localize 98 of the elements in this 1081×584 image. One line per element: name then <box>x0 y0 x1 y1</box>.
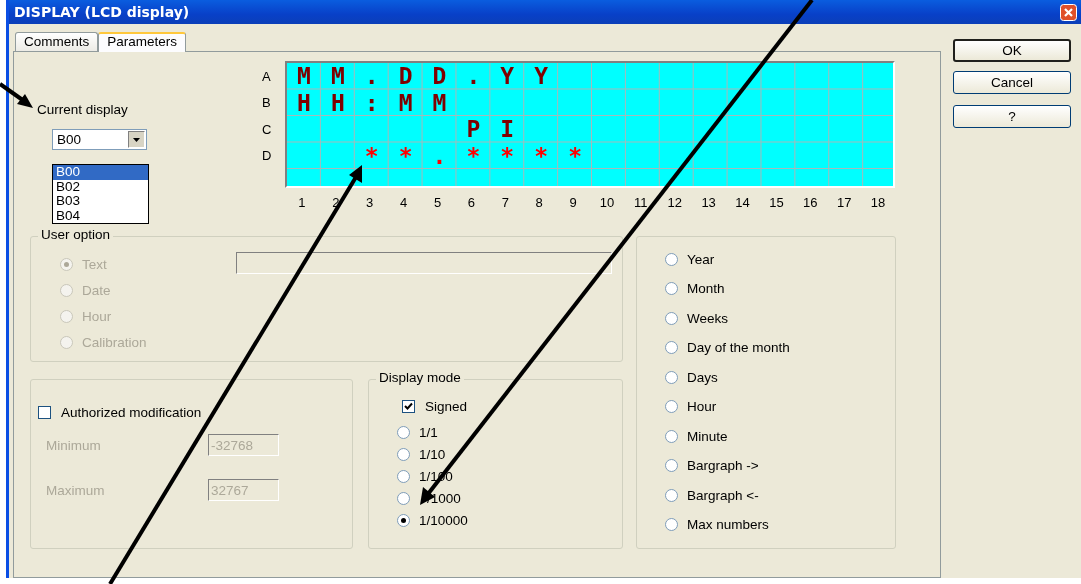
radio-button[interactable] <box>665 311 678 325</box>
column-number: 3 <box>365 194 375 212</box>
lcd-character: H <box>297 90 311 115</box>
lcd-character: * <box>398 143 413 168</box>
radio-label: Days <box>687 369 718 385</box>
radio-label: Date <box>82 282 111 298</box>
column-number: 10 <box>598 194 616 212</box>
lcd-character: . <box>364 64 379 89</box>
radio-label: 1/10 <box>419 446 446 462</box>
column-number: 5 <box>432 194 443 212</box>
group-title: Display mode <box>376 370 464 385</box>
column-number: 16 <box>802 194 819 212</box>
radio-label: Minute <box>687 428 728 444</box>
radio-button[interactable] <box>397 447 410 461</box>
list-item[interactable]: B02 <box>53 179 148 194</box>
radio-button[interactable] <box>665 488 678 502</box>
radio-button[interactable] <box>397 491 410 505</box>
column-number: 7 <box>500 194 510 212</box>
radio-label: Hour <box>82 308 112 324</box>
lcd-character: Y <box>534 64 549 89</box>
radio-label: Bargraph -> <box>687 458 759 473</box>
lcd-character: * <box>568 143 582 168</box>
lcd-character: D <box>398 64 413 89</box>
lcd-character: D <box>432 64 447 89</box>
row-label: B <box>262 94 272 113</box>
caret-icon[interactable] <box>128 131 145 148</box>
radio-button[interactable] <box>665 252 678 266</box>
dropdown-field[interactable]: B00 <box>52 129 147 150</box>
checkbox[interactable] <box>38 406 51 419</box>
field-label: Minimum <box>46 437 102 453</box>
tab[interactable]: Parameters <box>98 32 187 52</box>
lcd-character: * <box>500 143 515 168</box>
list-item[interactable]: B03 <box>53 194 148 209</box>
row-label: D <box>262 147 273 166</box>
lcd-character: M <box>330 64 345 89</box>
radio-label: Month <box>687 281 725 296</box>
row-label: A <box>262 67 272 86</box>
lcd-character: H <box>330 90 345 115</box>
dialog-button[interactable]: OK <box>953 39 1071 62</box>
column-number: 15 <box>768 194 785 212</box>
radio-label: Max numbers <box>687 517 769 532</box>
dialog-button[interactable]: ? <box>953 105 1071 128</box>
lcd-character: P <box>466 117 481 142</box>
close-icon[interactable] <box>1060 3 1077 21</box>
lcd-character: Y <box>500 64 515 89</box>
radio-label: Day of the month <box>687 340 790 355</box>
radio-button[interactable] <box>665 459 678 472</box>
column-number: 6 <box>466 194 476 212</box>
lcd-character: M <box>398 90 413 115</box>
radio-button[interactable] <box>665 282 678 295</box>
radio-label: Text <box>82 256 107 272</box>
tab[interactable]: Comments <box>15 32 99 51</box>
list-item[interactable]: B00 <box>53 165 148 180</box>
radio-button[interactable] <box>665 429 678 443</box>
radio-label: 1/1 <box>419 424 438 440</box>
radio-button[interactable] <box>665 400 678 413</box>
lcd-character: * <box>534 143 549 168</box>
lcd-character: . <box>432 143 447 168</box>
column-number: 14 <box>734 194 751 212</box>
column-number: 1 <box>297 194 307 212</box>
radio-button[interactable] <box>665 518 678 531</box>
checkbox-label: Authorized modification <box>61 405 202 420</box>
lcd-character: M <box>297 64 311 89</box>
checkbox-label: Signed <box>425 399 468 414</box>
column-number: 11 <box>633 194 649 212</box>
lcd-character: * <box>364 143 379 168</box>
checkbox[interactable] <box>402 400 415 413</box>
window-title: DISPLAY (LCD display) <box>14 4 190 20</box>
radio-button[interactable] <box>397 513 410 527</box>
field-label: Maximum <box>46 482 106 498</box>
list-item[interactable]: B04 <box>53 208 148 223</box>
radio-button[interactable] <box>397 425 410 439</box>
radio-button[interactable] <box>665 370 678 384</box>
column-number: 8 <box>534 194 544 212</box>
column-number: 4 <box>399 194 409 212</box>
group-title: User option <box>38 227 114 242</box>
arrow <box>0 82 33 108</box>
radio-label: Hour <box>687 399 717 414</box>
column-number: 12 <box>666 194 683 212</box>
lcd-character: M <box>432 90 447 115</box>
lcd-character: : <box>364 90 379 115</box>
radio-label: Calibration <box>82 334 147 350</box>
radio-label: Year <box>687 251 715 267</box>
column-number: 18 <box>869 194 887 212</box>
radio-button[interactable] <box>665 341 678 354</box>
column-number: 9 <box>568 194 578 212</box>
column-number: 17 <box>835 194 853 212</box>
lcd-character: I <box>500 117 515 142</box>
radio-label: 1/10000 <box>419 512 468 528</box>
lcd-character: . <box>466 64 481 89</box>
dialog-button[interactable]: Cancel <box>953 71 1071 94</box>
field-label: Current display <box>37 102 129 117</box>
lcd-character: * <box>466 143 481 168</box>
row-label: C <box>262 120 273 139</box>
radio-label: Bargraph <- <box>687 487 759 503</box>
radio-label: Weeks <box>687 310 728 326</box>
column-number: 13 <box>700 194 717 212</box>
radio-button[interactable] <box>397 469 410 483</box>
